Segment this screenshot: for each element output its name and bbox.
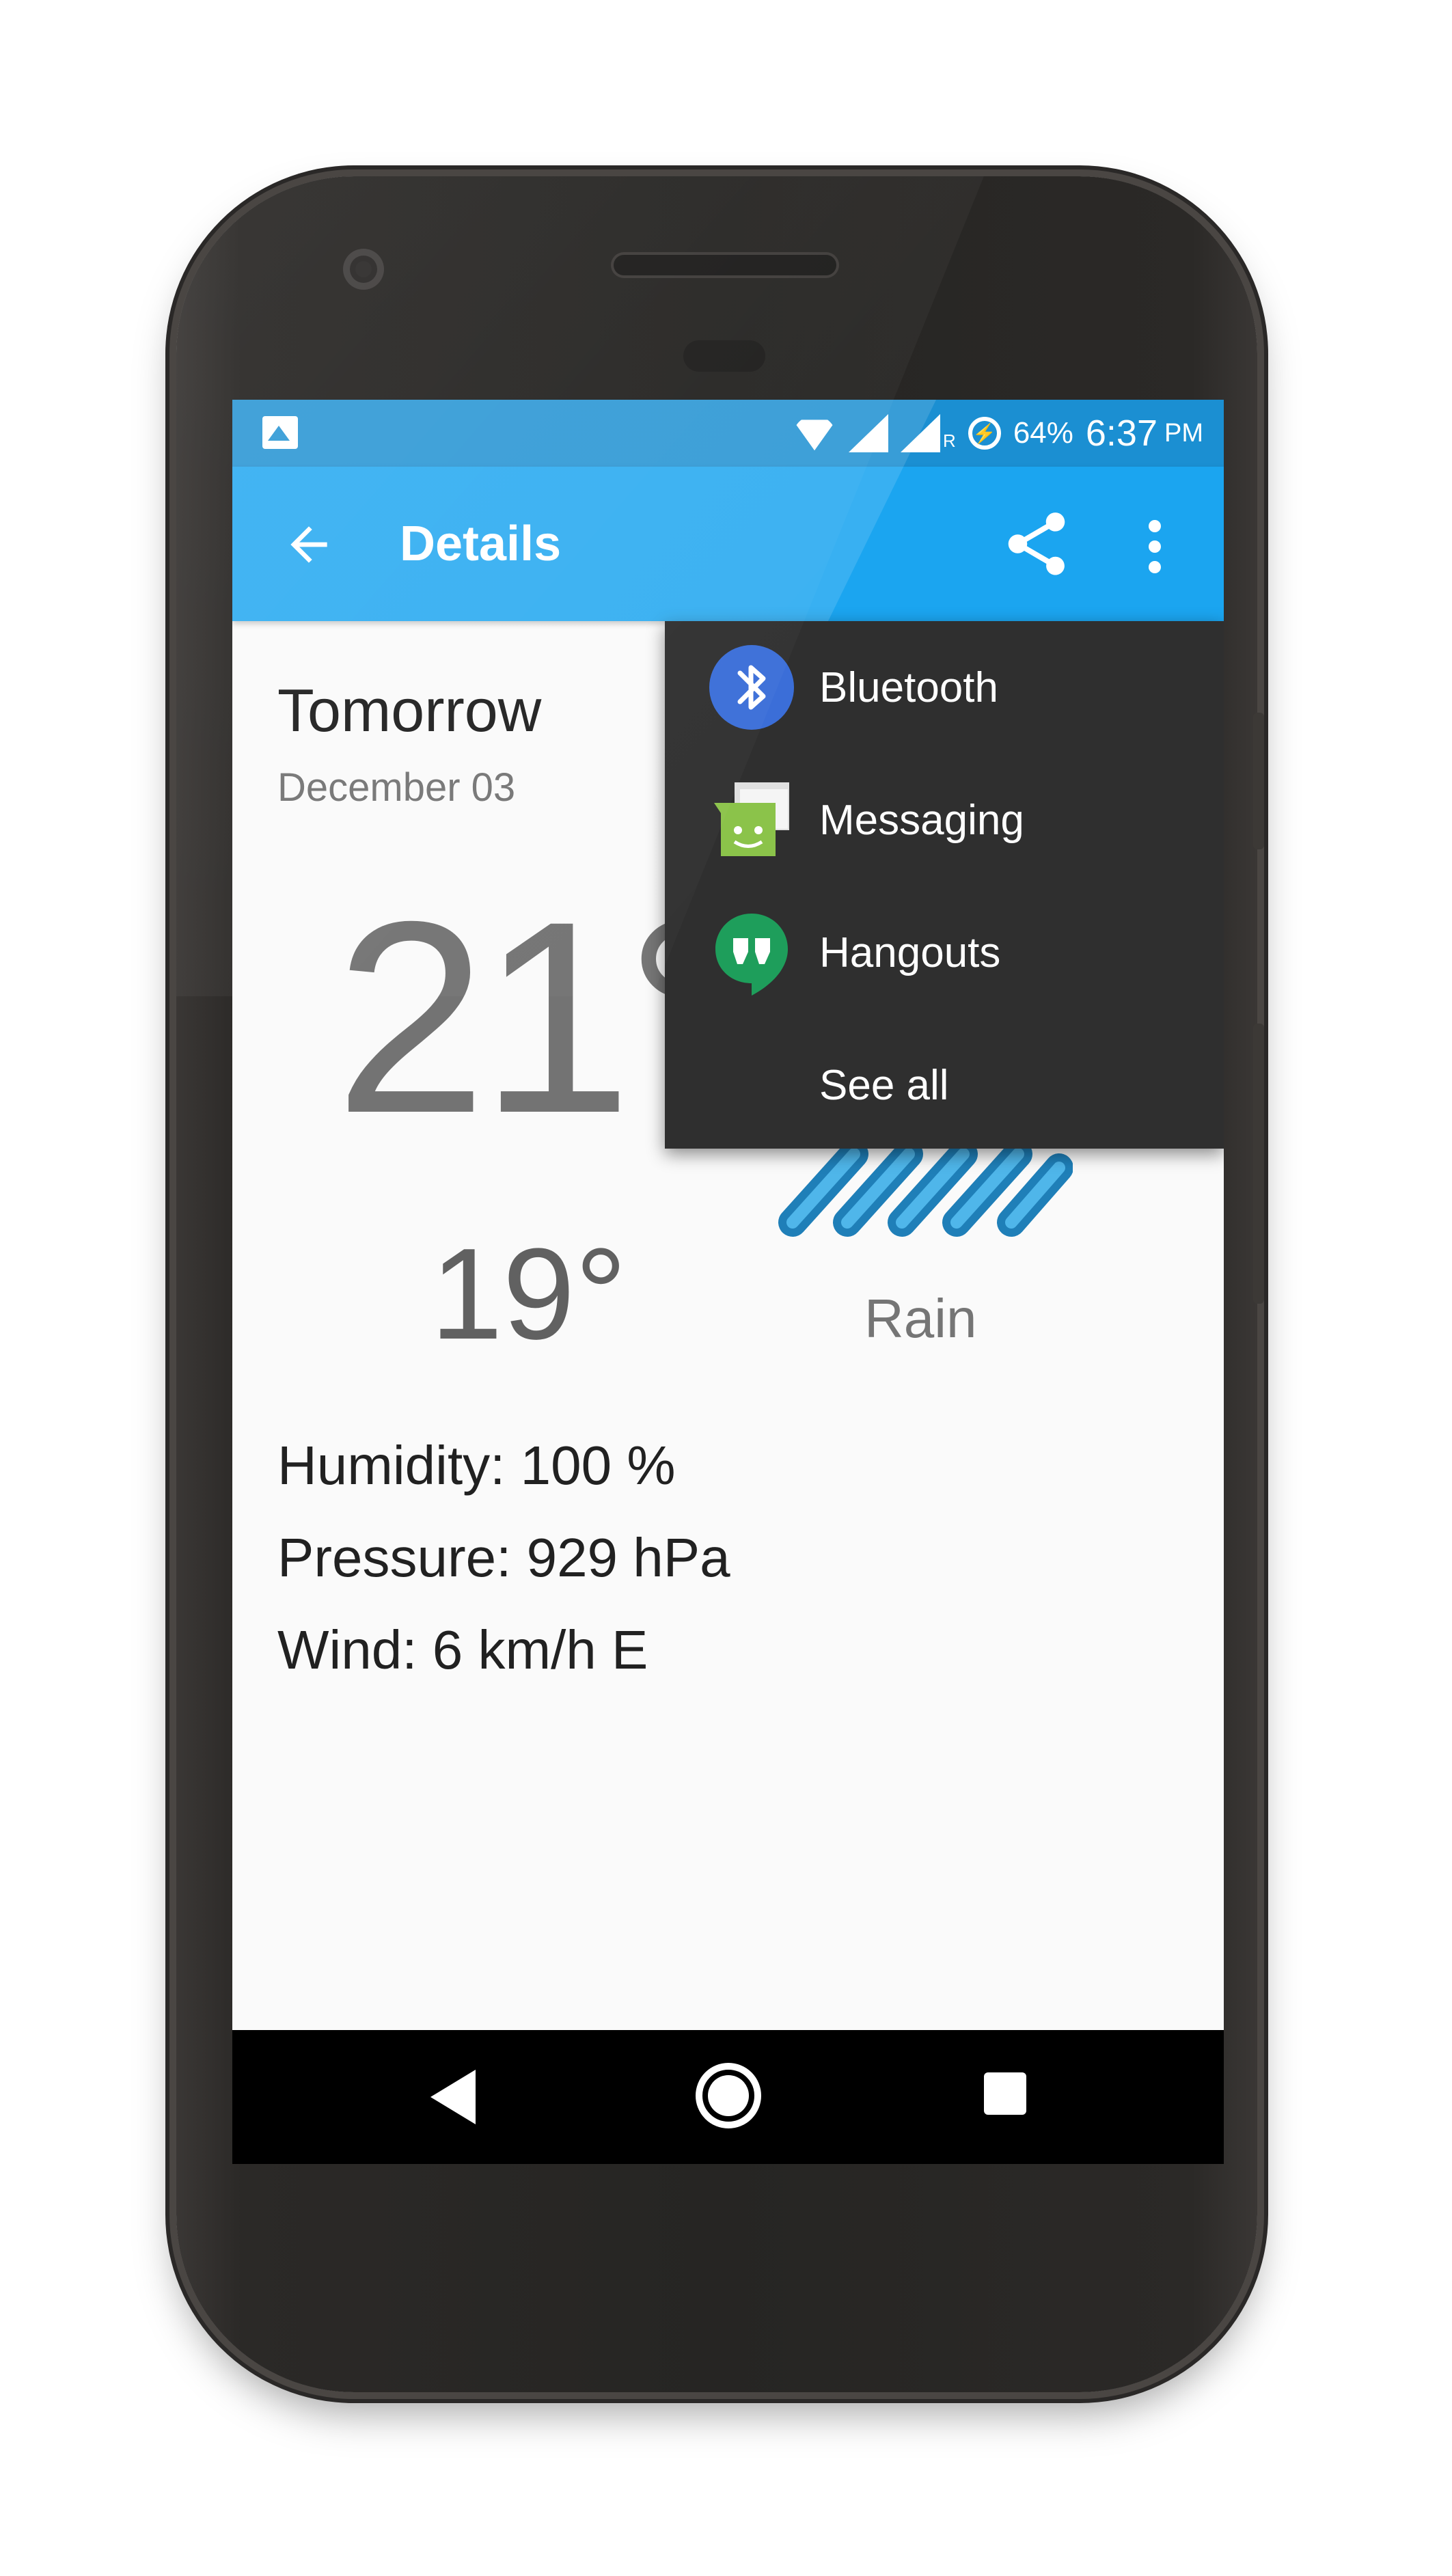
phone-side-button-volume xyxy=(1253,1024,1264,1304)
wifi-icon xyxy=(793,415,836,451)
messaging-icon xyxy=(714,782,789,856)
nav-back-icon[interactable] xyxy=(430,2070,476,2124)
clock-time: 6:37 xyxy=(1085,413,1158,454)
bluetooth-icon xyxy=(709,645,794,730)
clock-ampm: PM xyxy=(1164,418,1203,448)
earpiece-speaker xyxy=(614,255,836,275)
phone-frame: R ⚡ 64% 6:37 PM Details Tomorrow Decembe… xyxy=(176,176,1264,2392)
status-bar: R ⚡ 64% 6:37 PM xyxy=(232,400,1224,467)
menu-item-messaging[interactable]: Messaging xyxy=(665,754,1224,886)
forecast-date: December 03 xyxy=(277,765,516,810)
menu-item-label: See all xyxy=(819,1061,949,1109)
menu-item-see-all[interactable]: See all xyxy=(665,1019,1224,1151)
menu-item-bluetooth[interactable]: Bluetooth xyxy=(665,621,1224,754)
nav-home-icon[interactable] xyxy=(696,2063,761,2128)
status-indicators: R ⚡ 64% 6:37 PM xyxy=(793,400,1203,467)
battery-charging-icon: ⚡ xyxy=(968,417,1001,450)
share-menu: Bluetooth Messaging Hangouts See all xyxy=(665,621,1224,1149)
menu-item-label: Bluetooth xyxy=(819,663,998,711)
pressure-text: Pressure: 929 hPa xyxy=(277,1527,730,1588)
roaming-mark: R xyxy=(943,430,956,451)
menu-item-hangouts[interactable]: Hangouts xyxy=(665,886,1224,1019)
hangouts-icon xyxy=(715,914,788,996)
app-bar: Details xyxy=(232,467,1224,621)
signal-roaming-icon xyxy=(901,414,941,452)
screen: R ⚡ 64% 6:37 PM Details Tomorrow Decembe… xyxy=(232,400,1224,2164)
front-camera xyxy=(343,249,384,290)
humidity-text: Humidity: 100 % xyxy=(277,1435,676,1496)
battery-percent: 64% xyxy=(1013,416,1073,450)
more-vert-icon[interactable] xyxy=(1141,515,1168,576)
proximity-sensor xyxy=(683,340,765,372)
wind-text: Wind: 6 km/h E xyxy=(277,1619,648,1680)
signal-icon xyxy=(849,414,889,452)
low-temperature: 19° xyxy=(430,1222,627,1367)
page-title: Details xyxy=(400,517,562,571)
weather-condition: Rain xyxy=(864,1288,977,1349)
menu-item-label: Messaging xyxy=(819,796,1024,844)
forecast-day: Tomorrow xyxy=(277,676,542,744)
arrow-back-icon[interactable] xyxy=(282,517,336,572)
menu-item-label: Hangouts xyxy=(819,929,1001,976)
navigation-bar xyxy=(232,2030,1224,2164)
image-notification-icon xyxy=(262,416,298,449)
nav-recents-icon[interactable] xyxy=(984,2072,1026,2115)
share-icon[interactable] xyxy=(999,506,1074,581)
phone-side-button-top xyxy=(1253,713,1264,849)
